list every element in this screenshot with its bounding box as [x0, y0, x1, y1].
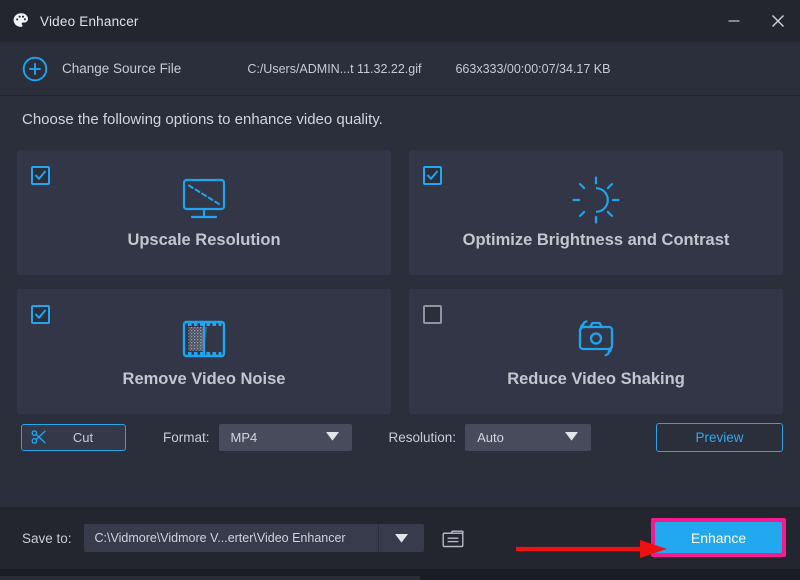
option-card-reduce-shaking[interactable]: Reduce Video Shaking [409, 289, 783, 414]
cut-button-label: Cut [72, 429, 94, 445]
camera-shake-icon [409, 311, 783, 367]
option-label-remove-noise: Remove Video Noise [122, 370, 286, 388]
preview-button[interactable]: Preview [656, 422, 783, 452]
enhance-options-grid: Upscale Resolution Optimize Brightness a… [17, 150, 783, 414]
format-select[interactable]: MP4 [218, 423, 352, 451]
save-to-dropdown-button[interactable] [377, 524, 424, 552]
resolution-select[interactable]: Auto [465, 423, 592, 451]
option-card-optimize-brightness[interactable]: Optimize Brightness and Contrast [409, 150, 783, 275]
source-file-bar: Change Source File C:/Users/ADMIN...t 11… [0, 42, 800, 96]
film-strip-noise-icon [17, 311, 391, 367]
background-content [0, 576, 420, 580]
format-value: MP4 [230, 429, 258, 445]
option-card-upscale-resolution[interactable]: Upscale Resolution [17, 150, 391, 275]
window-controls [712, 0, 800, 42]
change-source-file-button[interactable]: Change Source File [62, 61, 181, 76]
option-label-reduce-shaking: Reduce Video Shaking [507, 370, 685, 388]
option-label-upscale-resolution: Upscale Resolution [127, 231, 281, 249]
app-title: Video Enhancer [40, 13, 139, 29]
resolution-label: Resolution: [388, 429, 457, 445]
cut-button[interactable]: Cut [21, 423, 126, 451]
resolution-value: Auto [477, 429, 504, 445]
option-label-optimize-brightness: Optimize Brightness and Contrast [462, 231, 730, 249]
desktop-background-sliver [0, 569, 800, 580]
source-file-path: C:/Users/ADMIN...t 11.32.22.gif [247, 61, 422, 76]
brightness-sun-icon [409, 172, 783, 228]
save-to-label: Save to: [22, 530, 72, 546]
save-to-field[interactable]: C:\Vidmore\Vidmore V...erter\Video Enhan… [83, 524, 424, 552]
close-button[interactable] [756, 0, 800, 42]
plus-circle-icon[interactable] [22, 56, 48, 82]
output-settings-toolbar: Cut Format: MP4 Resolution: Auto Preview [0, 412, 800, 462]
enhance-button-highlight: Enhance [651, 518, 786, 557]
source-file-meta: 663x333/00:00:07/34.17 KB [455, 61, 611, 76]
title-bar: Video Enhancer [0, 0, 800, 42]
section-heading: Choose the following options to enhance … [22, 111, 383, 128]
enhance-button[interactable]: Enhance [655, 522, 782, 553]
monitor-upscale-icon [17, 172, 391, 228]
minimize-button[interactable] [712, 0, 756, 42]
palette-icon [12, 12, 30, 30]
option-card-remove-noise[interactable]: Remove Video Noise [17, 289, 391, 414]
content-area: Choose the following options to enhance … [0, 97, 800, 498]
folder-browse-icon[interactable] [440, 527, 466, 549]
scissors-icon [31, 429, 47, 445]
bottom-bar: Save to: C:\Vidmore\Vidmore V...erter\Vi… [0, 507, 800, 569]
chevron-down-icon [325, 428, 339, 446]
format-label: Format: [163, 429, 210, 445]
chevron-down-icon [565, 428, 579, 446]
save-to-path: C:\Vidmore\Vidmore V...erter\Video Enhan… [94, 531, 346, 545]
video-enhancer-dialog: Video Enhancer Change Source File C:/Use… [0, 0, 800, 580]
